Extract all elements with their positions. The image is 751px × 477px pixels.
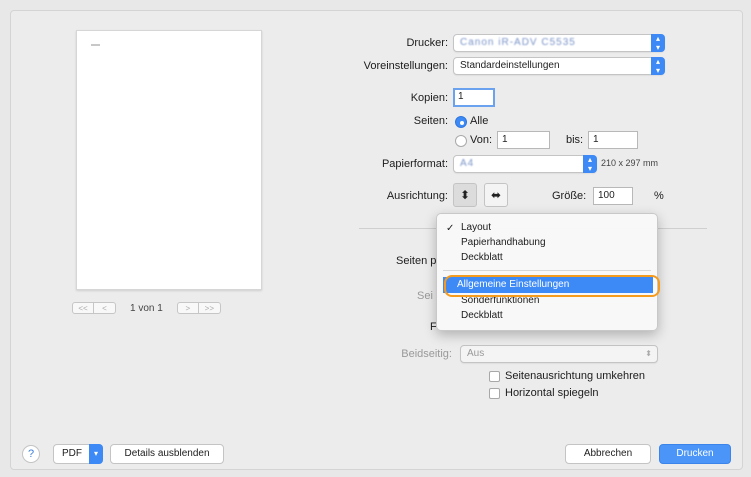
preview-content-mark <box>91 44 100 46</box>
portrait-icon: ⬍ <box>459 188 471 202</box>
flip-horizontal-checkbox[interactable] <box>489 388 500 399</box>
preview-pager: << < 1 von 1 > >> <box>72 301 221 315</box>
help-button[interactable]: ? <box>22 445 40 463</box>
portrait-button[interactable]: ⬍ <box>453 183 477 207</box>
details-button[interactable]: Details ausblenden <box>110 444 224 464</box>
reverse-orientation-checkbox[interactable] <box>489 371 500 382</box>
print-button[interactable]: Drucken <box>659 444 731 464</box>
pager-back-group: << < <box>72 302 116 314</box>
copies-label: Kopien: <box>410 92 448 104</box>
cancel-button[interactable]: Abbrechen <box>565 444 651 464</box>
menu-item-paper-handling[interactable]: Papierhandhabung <box>461 237 546 248</box>
presets-label: Voreinstellungen: <box>363 60 448 72</box>
flip-horizontal-label: Horizontal spiegeln <box>505 387 599 399</box>
paper-size-text: 210 x 297 mm <box>601 158 659 168</box>
printer-label: Drucker: <box>406 37 448 49</box>
menu-item-layout[interactable]: Layout <box>461 222 491 233</box>
landscape-icon: ⬌ <box>490 188 502 202</box>
pages-from-label: Von: <box>470 134 493 146</box>
pages-all-radio[interactable] <box>455 116 467 128</box>
chevron-updown-icon: ▴ ▾ <box>583 155 597 173</box>
pager-forward-group: > >> <box>176 302 221 314</box>
chevron-updown-icon: ▴ ▾ <box>651 57 665 75</box>
copies-field[interactable]: 1 <box>453 88 495 107</box>
last-page-button[interactable]: >> <box>198 302 221 314</box>
landscape-button[interactable]: ⬌ <box>484 183 508 207</box>
printer-value: Canon iR-ADV C5535 <box>460 37 576 48</box>
pdf-button[interactable]: PDF ▾ <box>53 444 103 464</box>
border-label: Sei <box>417 290 433 302</box>
first-page-button[interactable]: << <box>72 302 94 314</box>
menu-separator <box>443 270 651 271</box>
pages-label: Seiten: <box>413 115 448 127</box>
printer-select[interactable]: Canon iR-ADV C5535 ▴ ▾ <box>453 34 665 52</box>
menu-item-cover-page-2[interactable]: Deckblatt <box>461 310 503 321</box>
scale-field[interactable]: 100 <box>593 187 633 205</box>
pages-range-radio[interactable] <box>455 135 467 147</box>
next-page-button[interactable]: > <box>176 302 199 314</box>
pages-to-label: bis: <box>566 134 584 146</box>
menu-item-cover-page[interactable]: Deckblatt <box>461 252 503 263</box>
duplex-value: Aus <box>467 348 485 359</box>
section-popup-menu: ✓ Layout Papierhandhabung Deckblatt Allg… <box>436 213 658 331</box>
pages-all-label: Alle <box>470 115 489 127</box>
paper-label: Papierformat: <box>381 158 448 170</box>
chevron-updown-icon: ⬍ <box>645 349 652 358</box>
duplex-select[interactable]: Aus ⬍ <box>460 345 658 363</box>
paper-value: A4 <box>460 158 475 169</box>
pages-from-field[interactable]: 1 <box>497 131 550 149</box>
paper-select[interactable]: A4 ▴ ▾ <box>453 155 597 173</box>
presets-value: Standardeinstellungen <box>460 60 560 71</box>
presets-select[interactable]: Standardeinstellungen ▴ ▾ <box>453 57 665 75</box>
page-indicator: 1 von 1 <box>130 302 163 314</box>
scale-unit: % <box>654 190 664 202</box>
highlight-callout <box>444 275 660 297</box>
checkmark-icon: ✓ <box>446 223 455 234</box>
pages-to-field[interactable]: 1 <box>588 131 638 149</box>
duplex-label: Beidseitig: <box>401 348 452 360</box>
chevron-updown-icon: ▴ ▾ <box>651 34 665 52</box>
prev-page-button[interactable]: < <box>94 302 116 314</box>
pages-per-sheet-label: Seiten p <box>396 255 437 267</box>
pdf-label: PDF <box>62 448 82 459</box>
scale-label: Größe: <box>552 190 587 202</box>
chevron-down-icon: ▾ <box>89 444 103 464</box>
orientation-label: Ausrichtung: <box>386 190 448 202</box>
page-preview <box>76 30 262 290</box>
reverse-orientation-label: Seitenausrichtung umkehren <box>505 370 646 382</box>
